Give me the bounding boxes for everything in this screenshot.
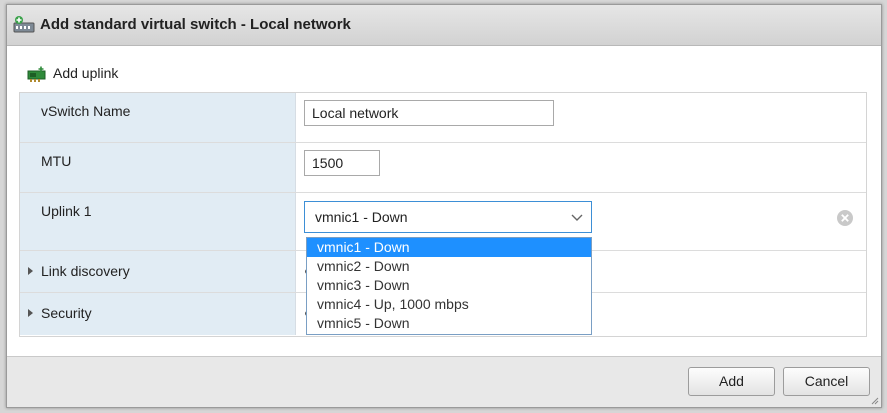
expand-caret-icon[interactable] — [28, 267, 33, 275]
vswitch-name-row: vSwitch Name — [20, 93, 866, 143]
dialog-title: Add standard virtual switch - Local netw… — [40, 16, 351, 33]
virtual-switch-icon — [13, 16, 35, 33]
mtu-label-cell: MTU — [20, 143, 296, 192]
dialog-footer: Add Cancel — [7, 356, 881, 407]
vswitch-name-label-cell: vSwitch Name — [20, 93, 296, 142]
dialog-titlebar[interactable]: Add standard virtual switch - Local netw… — [7, 5, 881, 46]
link-discovery-label: Link discovery — [41, 263, 130, 279]
chevron-down-icon — [571, 214, 583, 221]
uplink-option[interactable]: vmnic2 - Down — [307, 257, 591, 276]
link-discovery-label-cell[interactable]: Link discovery — [20, 251, 296, 292]
uplink1-label: Uplink 1 — [41, 203, 92, 219]
remove-uplink-icon[interactable] — [836, 209, 854, 227]
resize-grip-icon[interactable] — [869, 395, 879, 405]
uplink1-select[interactable]: vmnic1 - Down — [304, 201, 592, 233]
add-button[interactable]: Add — [688, 367, 775, 396]
uplink-option[interactable]: vmnic4 - Up, 1000 mbps — [307, 295, 591, 314]
cancel-button[interactable]: Cancel — [783, 367, 870, 396]
mtu-row: MTU — [20, 143, 866, 193]
vswitch-name-label: vSwitch Name — [41, 103, 131, 119]
uplink-option[interactable]: vmnic5 - Down — [307, 314, 591, 333]
security-label: Security — [41, 305, 92, 321]
uplink1-dropdown-list[interactable]: vmnic1 - Down vmnic2 - Down vmnic3 - Dow… — [306, 237, 592, 335]
network-card-add-icon — [27, 66, 46, 82]
expand-caret-icon[interactable] — [28, 309, 33, 317]
security-label-cell[interactable]: Security — [20, 293, 296, 335]
add-vswitch-dialog: Add standard virtual switch - Local netw… — [6, 4, 882, 408]
uplink1-selected-value: vmnic1 - Down — [315, 209, 408, 225]
uplink-option[interactable]: vmnic3 - Down — [307, 276, 591, 295]
vswitch-name-input[interactable] — [304, 100, 554, 126]
uplink1-label-cell: Uplink 1 — [20, 193, 296, 250]
mtu-label: MTU — [41, 153, 72, 169]
mtu-input[interactable] — [304, 150, 380, 176]
add-uplink-label: Add uplink — [53, 65, 119, 81]
uplink-option[interactable]: vmnic1 - Down — [307, 238, 591, 257]
